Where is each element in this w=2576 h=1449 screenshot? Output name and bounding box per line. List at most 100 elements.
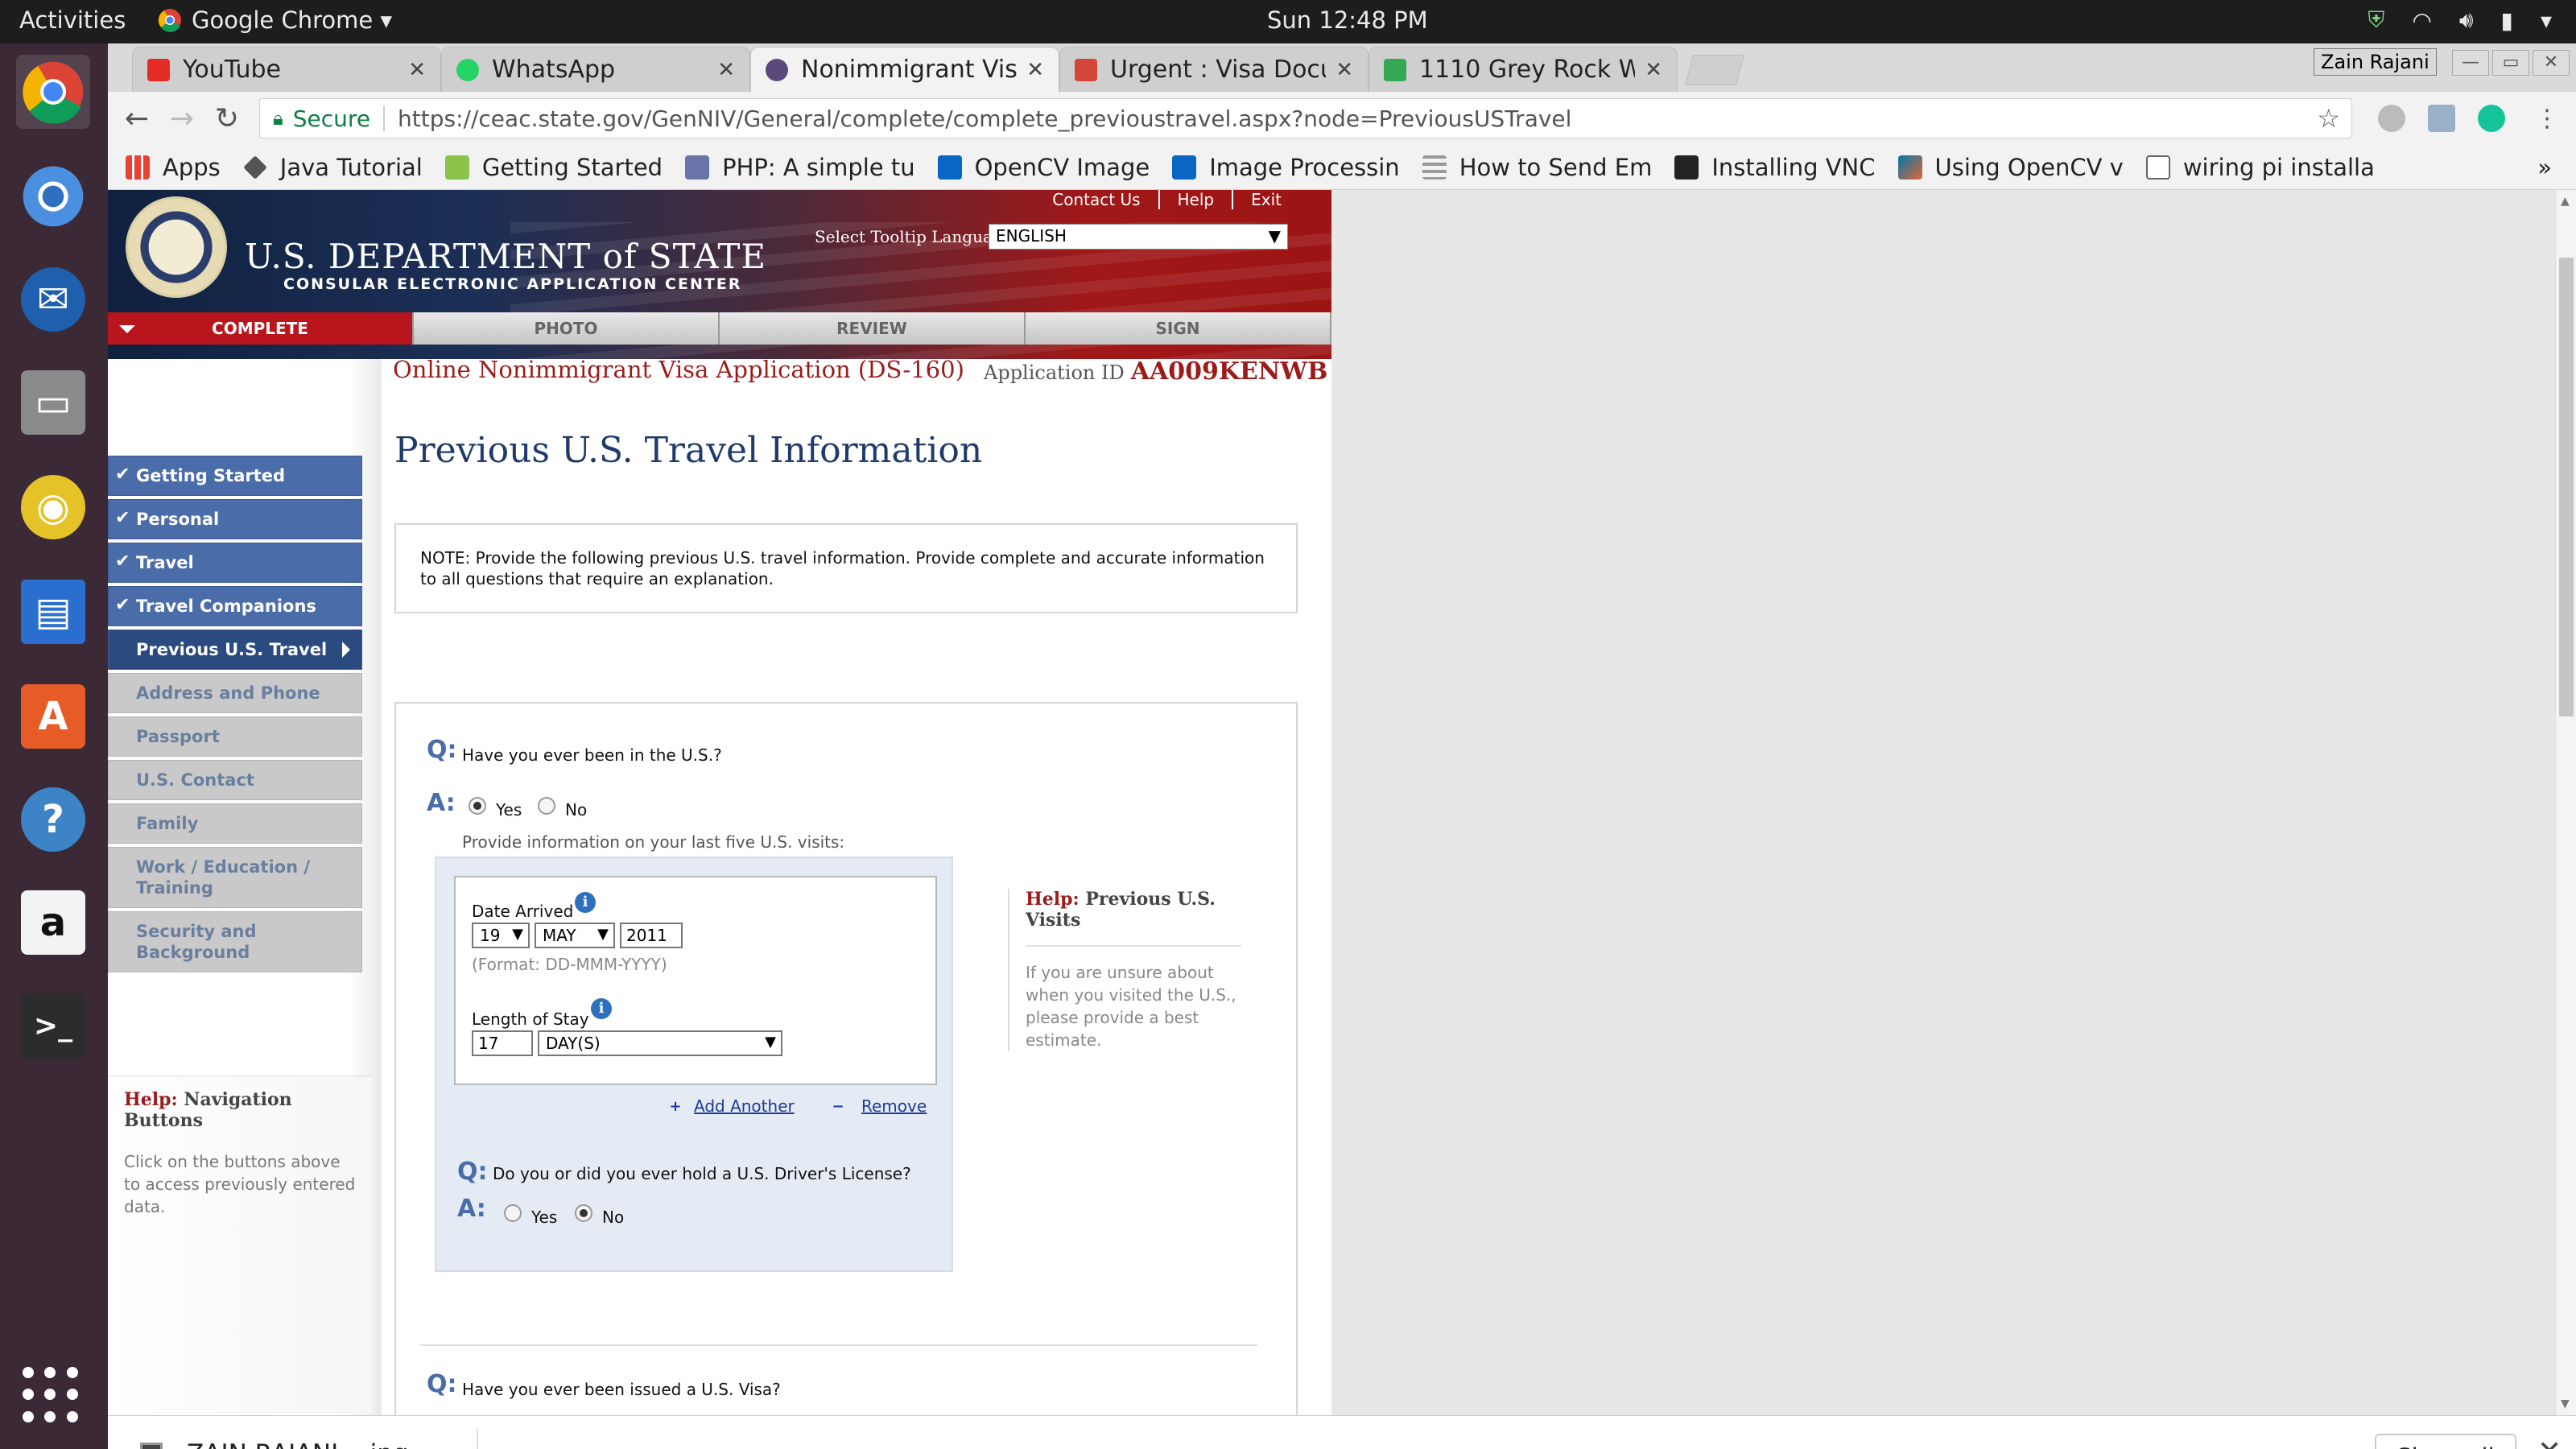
show-applications-icon[interactable] [23, 1367, 80, 1425]
tab-title: WhatsApp [492, 56, 616, 84]
wifi-icon[interactable]: ◠ [2412, 7, 2431, 34]
sidebar-item-getting-started[interactable]: ✔ Getting Started [108, 456, 362, 496]
q2-yes-radio[interactable] [504, 1204, 522, 1222]
chrome-menu-icon[interactable]: ⋮ [2529, 101, 2565, 137]
q1-yes-radio[interactable] [469, 797, 486, 815]
grammarly-icon[interactable] [2478, 105, 2505, 132]
length-unit-select[interactable]: DAY(S) ▼ [538, 1030, 782, 1056]
whatsapp-icon [456, 58, 479, 81]
bookmark-image-processing[interactable]: Image Processin [1172, 154, 1400, 181]
os-top-bar: Activities Google Chrome ▾ Sun 12:48 PM … [0, 0, 2576, 43]
back-button[interactable]: ← [119, 101, 155, 137]
bookmark-getting-started[interactable]: Getting Started [444, 154, 663, 181]
info-icon[interactable]: i [575, 892, 596, 913]
new-tab-button[interactable] [1684, 55, 1745, 85]
dock-amazon[interactable]: a [16, 886, 90, 960]
close-icon[interactable]: ✕ [717, 58, 735, 82]
app-menu[interactable]: Google Chrome ▾ [158, 6, 392, 34]
exit-link[interactable]: Exit [1233, 190, 1299, 209]
dock-rhythmbox[interactable]: ◉ [16, 470, 90, 544]
tab-nonimmigrant-visa[interactable]: Nonimmigrant Visa ✕ [750, 47, 1059, 92]
volume-icon[interactable]: 🔊︎ [2459, 6, 2474, 34]
step-photo[interactable]: PHOTO [414, 312, 720, 345]
forward-button[interactable]: → [164, 101, 200, 137]
info-icon[interactable]: i [591, 998, 612, 1019]
dropbox-icon[interactable] [2428, 105, 2455, 132]
dock-software[interactable]: A [16, 679, 90, 753]
system-tray[interactable]: ⛨ ◠ 🔊︎ ▮ ▾ [2368, 6, 2552, 34]
page-scrollbar[interactable]: ▲ ▼ [2555, 190, 2576, 1415]
remove-link[interactable]: Remove [861, 1096, 927, 1116]
sidebar-item-travel-companions[interactable]: ✔ Travel Companions [108, 586, 362, 626]
maximize-button[interactable]: ▭ [2492, 50, 2529, 76]
bookmark-java-tutorial[interactable]: Java Tutorial [242, 154, 423, 181]
php-icon [685, 155, 710, 180]
note-box: NOTE: Provide the following previous U.S… [394, 523, 1298, 613]
reload-button[interactable]: ↻ [209, 101, 245, 137]
tab-whatsapp[interactable]: WhatsApp ✕ [441, 47, 750, 92]
bookmark-how-to-send[interactable]: How to Send Em [1422, 154, 1652, 181]
bookmark-using-opencv[interactable]: Using OpenCV v [1897, 154, 2124, 181]
bookmark-wiring-pi[interactable]: wiring pi installa [2145, 154, 2375, 181]
step-complete[interactable]: COMPLETE [108, 312, 414, 345]
sidebar-item-travel[interactable]: ✔ Travel [108, 543, 362, 583]
dock-thunderbird[interactable]: ✉ [16, 262, 90, 336]
sidebar-item-us-contact[interactable]: U.S. Contact [108, 760, 362, 800]
date-month-select[interactable]: MAY ▼ [535, 923, 615, 948]
close-icon[interactable]: ✕ [1335, 58, 1353, 82]
tab-youtube[interactable]: YouTube ✕ [132, 47, 441, 92]
sidebar-item-passport[interactable]: Passport [108, 716, 362, 757]
sidebar-item-personal[interactable]: ✔ Personal [108, 499, 362, 539]
battery-icon[interactable]: ▮ [2501, 7, 2513, 34]
step-sign[interactable]: SIGN [1026, 312, 1331, 345]
dock-terminal[interactable]: >_ [16, 989, 90, 1063]
dock-help[interactable]: ? [16, 782, 90, 857]
extension-icon[interactable] [2378, 105, 2405, 132]
add-icon[interactable]: + [668, 1100, 683, 1114]
minimize-button[interactable]: — [2452, 50, 2489, 76]
bookmark-star-icon[interactable]: ☆ [2317, 103, 2340, 134]
sidebar-item-work-education[interactable]: Work / Education / Training [108, 847, 362, 908]
bookmark-apps[interactable]: Apps [126, 154, 221, 181]
bookmarks-overflow[interactable]: » [2537, 154, 2552, 181]
help-link[interactable]: Help [1160, 190, 1234, 209]
q1-no-radio[interactable] [538, 797, 555, 815]
length-of-stay-input[interactable]: 17 [472, 1030, 533, 1056]
step-review[interactable]: REVIEW [720, 312, 1026, 345]
close-icon[interactable]: ✕ [408, 58, 426, 82]
activities-button[interactable]: Activities [19, 6, 126, 34]
sidebar-item-family[interactable]: Family [108, 803, 362, 844]
sidebar-item-previous-us-travel[interactable]: Previous U.S. Travel [108, 630, 362, 670]
close-icon[interactable]: ✕ [2537, 1435, 2562, 1449]
tooltip-language-select[interactable]: ENGLISH ▼ [989, 224, 1288, 250]
q2-no-radio[interactable] [575, 1204, 592, 1222]
scrollbar-thumb[interactable] [2559, 258, 2574, 716]
dock-chromium[interactable] [16, 159, 90, 233]
dock-writer[interactable]: ▤ [16, 575, 90, 649]
bookmark-installing-vnc[interactable]: Installing VNC [1674, 154, 1876, 181]
sidebar-item-address-and-phone[interactable]: Address and Phone [108, 673, 362, 713]
show-all-button[interactable]: Show all [2375, 1434, 2516, 1449]
shield-icon[interactable]: ⛨ [2368, 6, 2384, 34]
bookmark-opencv-image[interactable]: OpenCV Image [937, 154, 1150, 181]
tab-gmail[interactable]: Urgent : Visa Docun ✕ [1059, 47, 1368, 92]
sidebar-item-security-background[interactable]: Security and Background [108, 911, 362, 972]
contact-us-link[interactable]: Contact Us [1034, 190, 1160, 209]
close-icon[interactable]: ✕ [1026, 58, 1044, 82]
clock[interactable]: Sun 12:48 PM [1267, 6, 1428, 34]
download-item[interactable]: ZAIN RAJANI....jpg ︿ [140, 1439, 457, 1449]
add-another-link[interactable]: Add Another [694, 1096, 795, 1116]
tab-maps[interactable]: 1110 Grey Rock Wa ✕ [1368, 47, 1678, 92]
date-day-select[interactable]: 19 ▼ [472, 923, 530, 948]
close-icon[interactable]: ✕ [1645, 58, 1662, 82]
date-year-input[interactable]: 2011 [620, 923, 683, 948]
chevron-up-icon[interactable]: ︿ [436, 1439, 457, 1449]
power-menu-icon[interactable]: ▾ [2541, 7, 2552, 34]
dock-files[interactable]: ▭ [16, 365, 90, 440]
address-bar[interactable]: 🔒︎ Secure https://ceac.state.gov/GenNIV/… [259, 98, 2352, 138]
window-close-button[interactable]: ✕ [2533, 50, 2570, 76]
dock-chrome[interactable] [16, 55, 90, 129]
remove-icon[interactable]: − [831, 1100, 845, 1114]
profile-button[interactable]: Zain Rajani [2314, 48, 2437, 76]
bookmark-php[interactable]: PHP: A simple tu [685, 154, 915, 181]
